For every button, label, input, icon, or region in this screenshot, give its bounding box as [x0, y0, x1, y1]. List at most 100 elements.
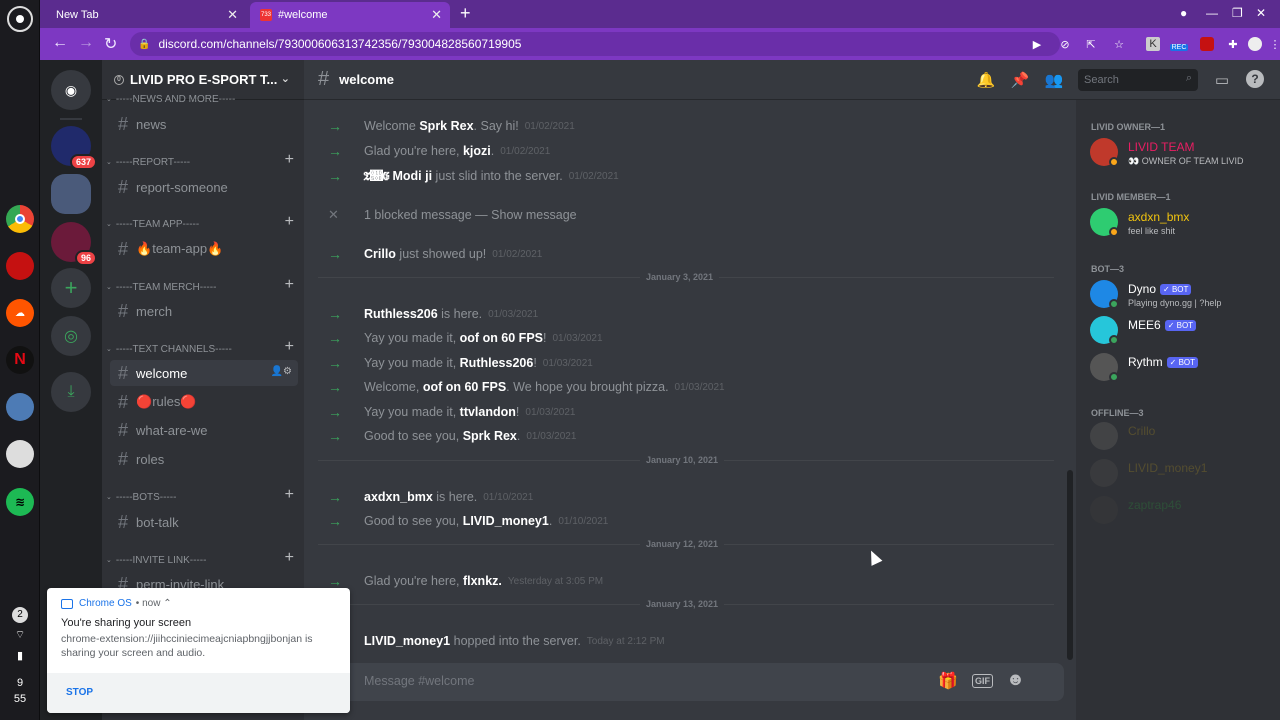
gif-icon[interactable]: GIF	[972, 674, 993, 688]
username[interactable]: 𝔗𝔋𝔈 Modi ji	[364, 169, 432, 183]
username[interactable]: oof on 60 FPS	[460, 331, 543, 345]
tab-new-tab[interactable]: New Tab ✕	[46, 2, 246, 28]
server-icon-1[interactable]: 637	[51, 126, 97, 170]
member-list-icon[interactable]: 👥	[1044, 70, 1064, 90]
add-channel-icon[interactable]: +	[285, 338, 294, 356]
server-icon-3[interactable]: 96	[51, 222, 97, 266]
back-icon[interactable]: ←	[52, 34, 68, 52]
username[interactable]: ttvlandon	[460, 405, 516, 419]
spotify-app-icon[interactable]: ≋	[6, 488, 34, 516]
close-window-icon[interactable]: ✕	[1256, 6, 1266, 20]
member-item[interactable]: MEE6 ✓ BOT	[1090, 316, 1276, 348]
reload-icon[interactable]: ↻	[104, 34, 117, 54]
category-report[interactable]: ⌄ -----REPORT----- +	[106, 151, 296, 170]
forward-icon[interactable]: →	[78, 34, 94, 52]
close-tab-icon[interactable]: ✕	[431, 7, 442, 23]
member-item[interactable]: LIVID TEAM 👀 OWNER OF TEAM LIVID	[1090, 138, 1276, 170]
pin-icon[interactable]: 📌	[1010, 70, 1030, 90]
add-channel-icon[interactable]: +	[285, 151, 294, 169]
username[interactable]: Ruthless206	[364, 307, 438, 321]
category-team-app[interactable]: ⌄ -----TEAM APP----- +	[106, 213, 296, 232]
channel-report-someone[interactable]: # report-someone	[110, 174, 298, 200]
soundcloud-app-icon[interactable]: ☁	[6, 299, 34, 327]
username[interactable]: Sprk Rex	[419, 119, 473, 133]
launcher-icon[interactable]	[7, 6, 33, 32]
close-tab-icon[interactable]: ✕	[227, 7, 238, 23]
clock-hour[interactable]: 9	[0, 677, 40, 689]
username[interactable]: LIVID_money1	[463, 514, 549, 528]
avatar[interactable]	[1248, 37, 1262, 51]
scrollbar[interactable]	[1067, 470, 1073, 660]
channel-team-app[interactable]: # 🔥team-app🔥	[110, 236, 298, 262]
channel-roles[interactable]: # roles	[110, 446, 298, 472]
minimize-icon[interactable]: —	[1206, 6, 1218, 20]
username[interactable]: oof on 60 FPS	[423, 380, 506, 394]
menu-icon[interactable]: ⋮	[1268, 37, 1280, 51]
category-team-merch[interactable]: ⌄ -----TEAM MERCH----- +	[106, 276, 296, 295]
search-input[interactable]: Search ⌕	[1078, 69, 1198, 91]
notification-time[interactable]: • now ⌃	[136, 598, 172, 609]
category-bots[interactable]: ⌄ -----BOTS----- +	[106, 486, 296, 505]
username[interactable]: flxnkz.	[463, 574, 502, 588]
member-item[interactable]: axdxn_bmx feel like shit	[1090, 208, 1276, 240]
member-item[interactable]: zaptrap46	[1090, 496, 1276, 528]
notification-count[interactable]: 2	[0, 607, 40, 623]
stop-sharing-button[interactable]: STOP	[66, 687, 93, 698]
channel-settings-icon[interactable]: 👤⚙	[271, 366, 292, 377]
username[interactable]: Ruthless206	[460, 356, 534, 370]
camera-icon[interactable]: ▶	[1030, 37, 1044, 51]
among-us-app-icon[interactable]	[6, 252, 34, 280]
add-channel-icon[interactable]: +	[285, 549, 294, 567]
blocked-icon[interactable]: ⊘	[1058, 37, 1072, 51]
add-channel-icon[interactable]: +	[285, 276, 294, 294]
member-item[interactable]: Rythm ✓ BOT	[1090, 353, 1276, 385]
member-item[interactable]: Crillo	[1090, 422, 1276, 454]
channel-merch[interactable]: # merch	[110, 298, 298, 324]
category-invite-link[interactable]: ⌄ -----INVITE LINK----- +	[106, 549, 296, 568]
member-item[interactable]: LIVID_money1	[1090, 459, 1276, 491]
help-icon[interactable]: ?	[1246, 70, 1264, 88]
bell-icon[interactable]: 🔔	[976, 70, 996, 90]
inbox-icon[interactable]: ▭	[1212, 70, 1232, 90]
member-item[interactable]: Dyno ✓ BOT Playing dyno.gg | ?help	[1090, 280, 1276, 312]
emoji-icon[interactable]: ☻	[1006, 669, 1025, 690]
channel-what-are-we[interactable]: # what-are-we	[110, 417, 298, 443]
new-tab-icon[interactable]: +	[460, 4, 471, 22]
username[interactable]: LIVID_money1	[364, 634, 450, 648]
message-composer[interactable]: Message #welcome 🎁 GIF ☻	[320, 663, 1064, 701]
username[interactable]: Crillo	[364, 247, 396, 261]
add-channel-icon[interactable]: +	[285, 213, 294, 231]
channel-news[interactable]: # news	[110, 111, 298, 137]
channel-welcome[interactable]: # welcome 👤⚙	[110, 360, 298, 386]
gift-icon[interactable]: 🎁	[938, 671, 958, 691]
clock-minute[interactable]: 55	[0, 693, 40, 705]
roblox-app-icon[interactable]	[6, 440, 34, 468]
open-app-icon[interactable]: ⇱	[1084, 37, 1098, 51]
download-apps-icon[interactable]: ⤓	[51, 372, 91, 412]
add-channel-icon[interactable]: +	[285, 486, 294, 504]
category-text-channels[interactable]: ⌄ -----TEXT CHANNELS----- +	[106, 338, 296, 357]
server-icon-livid[interactable]	[51, 174, 91, 214]
recorder-extension-icon[interactable]: REC	[1169, 40, 1189, 54]
username[interactable]: Sprk Rex	[463, 429, 517, 443]
channel-rules[interactable]: # 🔴rules🔴	[110, 389, 298, 415]
discord-home-icon[interactable]: ◉	[51, 70, 91, 110]
explore-servers-icon[interactable]: ◎	[51, 316, 91, 356]
game-app-icon[interactable]	[6, 393, 34, 421]
add-server-icon[interactable]: +	[51, 268, 91, 308]
channel-bot-talk[interactable]: # bot-talk	[110, 509, 298, 535]
username[interactable]: kjozi	[463, 144, 491, 158]
username[interactable]: axdxn_bmx	[364, 490, 433, 504]
show-message-link[interactable]: Show message	[491, 208, 576, 222]
bookmark-star-icon[interactable]: ☆	[1112, 37, 1126, 51]
profile-icon[interactable]: ●	[1180, 6, 1187, 20]
message-input[interactable]: Message #welcome	[364, 674, 474, 688]
among-us-extension-icon[interactable]	[1200, 37, 1214, 51]
netflix-app-icon[interactable]: N	[6, 346, 34, 374]
extensions-puzzle-icon[interactable]: ✚	[1226, 37, 1240, 51]
address-bar[interactable]: 🔒 discord.com/channels/79300060631374235…	[130, 32, 1060, 56]
category-news[interactable]: ⌄ -----NEWS AND MORE-----	[106, 94, 296, 104]
tab-welcome[interactable]: 733 #welcome ✕	[250, 2, 450, 28]
restore-icon[interactable]: ❐	[1232, 6, 1243, 20]
extension-k-icon[interactable]: K	[1146, 37, 1160, 51]
